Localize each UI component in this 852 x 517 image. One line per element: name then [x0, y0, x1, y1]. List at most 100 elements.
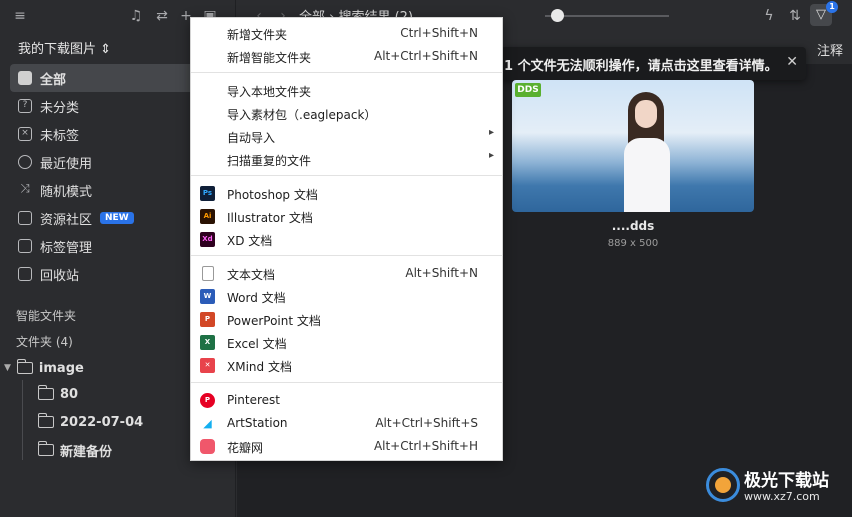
folder-label: 80	[60, 386, 79, 402]
menu-item-label: Excel 文档	[227, 337, 287, 351]
menu-item-powerpoint[interactable]: P PowerPoint 文档	[191, 308, 502, 331]
thumbnail-photo	[620, 88, 672, 212]
menu-item-text-doc[interactable]: 文本文档 Alt+Shift+N	[191, 262, 502, 285]
folder-icon	[38, 385, 54, 400]
menu-item-label: Photoshop 文档	[227, 188, 318, 202]
error-notice[interactable]: 1 个文件无法顺利操作，请点击这里查看详情。 ✕	[501, 47, 806, 80]
tree-line	[22, 380, 23, 460]
sort-icon[interactable]: ⇅	[785, 6, 805, 26]
file-type-badge: DDS	[515, 83, 541, 97]
menu-divider	[191, 382, 502, 383]
trash-icon	[18, 267, 32, 281]
powerpoint-icon: P	[200, 312, 215, 327]
notice-text[interactable]: 1 个文件无法顺利操作，请点击这里查看详情。	[504, 55, 778, 74]
sidebar-item-label: 未分类	[40, 100, 80, 116]
folder-backup[interactable]: 新建备份	[38, 437, 112, 463]
menu-item-label: 导入素材包（.eaglepack）	[227, 108, 377, 122]
menu-item-shortcut: Alt+Ctrl+Shift+H	[373, 439, 478, 453]
pinterest-icon: P	[200, 393, 215, 408]
menu-item-artstation[interactable]: ◢ ArtStation Alt+Ctrl+Shift+S	[191, 412, 502, 435]
menu-item-label: 扫描重复的文件	[227, 154, 312, 168]
new-badge: NEW	[100, 212, 134, 224]
close-icon[interactable]: ✕	[786, 54, 798, 70]
sidebar-item-label: 随机模式	[40, 184, 93, 200]
folder-icon	[38, 413, 54, 428]
huaban-icon	[200, 439, 215, 454]
filter-icon: ▽	[816, 7, 826, 22]
watermark-url: www.xz7.com	[744, 490, 820, 503]
sync-icon[interactable]: ⇄	[152, 6, 172, 26]
menu-item-label: XMind 文档	[227, 360, 292, 374]
watermark-title: 极光下载站	[744, 471, 829, 491]
illustrator-icon: Ai	[200, 209, 215, 224]
untagged-icon: ×	[18, 127, 32, 141]
folders-heading[interactable]: 文件夹 (4)	[16, 333, 73, 350]
menu-item-huaban[interactable]: 花瓣网 Alt+Ctrl+Shift+H	[191, 435, 502, 458]
lightning-icon[interactable]: ϟ	[759, 6, 779, 26]
sidebar-item-label: 最近使用	[40, 156, 93, 172]
uncategorized-icon: ?	[18, 99, 32, 113]
menu-item-shortcut: Ctrl+Shift+N	[400, 26, 478, 40]
watermark: 极光下载站 www.xz7.com	[700, 462, 850, 512]
menu-item-xd[interactable]: Xd XD 文档	[191, 228, 502, 251]
folder-icon	[38, 441, 54, 456]
menu-item-excel[interactable]: X Excel 文档	[191, 331, 502, 354]
menu-item-label: 文本文档	[227, 268, 276, 282]
menu-item-new-smart-folder[interactable]: 新增智能文件夹 Alt+Ctrl+Shift+N	[191, 45, 502, 68]
excel-icon: X	[200, 335, 215, 350]
menu-item-label: XD 文档	[227, 234, 273, 248]
xd-icon: Xd	[200, 232, 215, 247]
community-icon	[18, 211, 32, 225]
menu-item-new-folder[interactable]: 新增文件夹 Ctrl+Shift+N	[191, 22, 502, 45]
menu-item-shortcut: Alt+Shift+N	[405, 266, 478, 280]
menu-item-shortcut: Alt+Ctrl+Shift+N	[373, 49, 478, 63]
text-doc-icon	[202, 266, 214, 281]
smart-folders-heading[interactable]: 智能文件夹	[16, 307, 76, 324]
menu-item-pinterest[interactable]: P Pinterest	[191, 389, 502, 412]
menu-item-label: PowerPoint 文档	[227, 314, 321, 328]
zoom-slider-handle[interactable]	[551, 9, 564, 22]
menu-item-label: 新增智能文件夹	[227, 51, 312, 65]
folder-label: 2022-07-04	[60, 414, 144, 430]
file-name[interactable]: ....dds	[512, 219, 754, 233]
all-icon	[18, 71, 32, 85]
context-menu: 新增文件夹 Ctrl+Shift+N 新增智能文件夹 Alt+Ctrl+Shift+…	[190, 17, 503, 461]
menu-divider	[191, 175, 502, 176]
menu-item-shortcut: Alt+Ctrl+Shift+S	[375, 416, 478, 430]
watermark-logo-icon	[706, 468, 740, 502]
menu-divider	[191, 255, 502, 256]
menu-icon[interactable]: ≡	[10, 6, 30, 26]
menu-item-scan-duplicates[interactable]: 扫描重复的文件 ▸	[191, 148, 502, 171]
file-thumbnail[interactable]	[512, 80, 754, 212]
menu-item-word[interactable]: W Word 文档	[191, 285, 502, 308]
menu-item-label: 自动导入	[227, 131, 276, 145]
sidebar-item-label: 未标签	[40, 128, 80, 144]
folder-image[interactable]: ▼ image	[4, 355, 84, 381]
tag-icon	[18, 239, 32, 253]
submenu-arrow-icon: ▸	[488, 150, 494, 161]
menu-item-photoshop[interactable]: Ps Photoshop 文档	[191, 182, 502, 205]
sidebar-item-label: 全部	[40, 72, 67, 88]
shuffle-icon: ⤨	[20, 181, 30, 195]
folder-80[interactable]: 80	[38, 381, 78, 407]
menu-item-label: 新增文件夹	[227, 28, 288, 42]
artstation-icon: ◢	[200, 416, 215, 431]
bell-icon[interactable]: ♫	[126, 6, 146, 26]
menu-item-xmind[interactable]: ✕ XMind 文档	[191, 354, 502, 377]
folder-2022-07-04[interactable]: 2022-07-04	[38, 409, 143, 435]
clock-icon	[18, 155, 32, 169]
library-switcher[interactable]: 我的下载图片 ⇕	[18, 38, 111, 57]
menu-item-auto-import[interactable]: 自动导入 ▸	[191, 125, 502, 148]
sidebar-item-label: 标签管理	[40, 240, 93, 256]
menu-item-illustrator[interactable]: Ai Illustrator 文档	[191, 205, 502, 228]
chevron-down-icon[interactable]: ▼	[4, 363, 11, 373]
xmind-icon: ✕	[200, 358, 215, 373]
menu-item-label: Word 文档	[227, 291, 286, 305]
menu-item-import-pack[interactable]: 导入素材包（.eaglepack）	[191, 102, 502, 125]
filter-count-badge: 1	[826, 1, 838, 13]
word-icon: W	[200, 289, 215, 304]
menu-divider	[191, 72, 502, 73]
menu-item-import-folder[interactable]: 导入本地文件夹	[191, 79, 502, 102]
column-note[interactable]: 注释	[817, 40, 843, 59]
folder-label: 新建备份	[60, 444, 113, 460]
